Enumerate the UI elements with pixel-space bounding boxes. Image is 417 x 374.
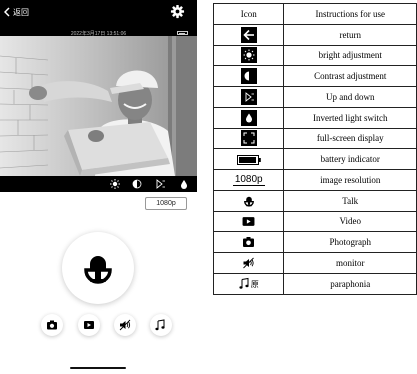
legend-text: image resolution [283, 169, 417, 191]
inverted-light-icon [240, 109, 257, 126]
talk-icon [243, 196, 254, 207]
legend-row: 原 paraphonia [212, 272, 417, 295]
legend-row: Inverted light switch [212, 106, 417, 129]
legend-row: Talk [212, 189, 417, 212]
voice-change-button[interactable] [150, 314, 172, 336]
return-icon [240, 26, 257, 43]
phone-screen: 返回 2022年3月17日 13:51:06 1080p [0, 0, 197, 374]
legend-text: bright adjustment [283, 44, 417, 67]
resolution-button[interactable]: 1080p [145, 197, 187, 210]
battery-fill [179, 32, 185, 34]
legend-text: Photograph [283, 231, 417, 253]
icon-legend-table: Icon Instructions for use return bright … [212, 3, 417, 295]
legend-row: Contrast adjustment [212, 65, 417, 87]
voice-change-icon [239, 278, 249, 289]
home-indicator [70, 367, 126, 369]
speaker-icon [243, 257, 255, 269]
photograph-button[interactable] [41, 314, 63, 336]
legend-row: bright adjustment [212, 44, 417, 67]
speaker-icon [119, 319, 131, 331]
brightness-icon[interactable] [109, 178, 121, 190]
contrast-icon[interactable] [131, 178, 143, 190]
monitor-button[interactable] [114, 314, 136, 336]
legend-text: full-screen display [283, 127, 417, 150]
inverted-light-icon[interactable] [178, 178, 190, 190]
battery-status-icon [177, 31, 188, 35]
video-record-button[interactable] [78, 314, 100, 336]
legend-text: return [283, 23, 417, 46]
legend-row: return [212, 23, 417, 46]
voice-change-label: 原 [250, 280, 259, 290]
legend-text: paraphonia [283, 272, 417, 295]
legend-row: Video [212, 210, 417, 233]
legend-header-text: Instructions for use [283, 3, 417, 25]
legend-row: battery indicator [212, 148, 417, 170]
camera-icon [47, 320, 57, 330]
video-control-bar [0, 176, 197, 192]
flip-up-down-icon [240, 88, 257, 105]
top-bar: 返回 2022年3月17日 13:51:06 [0, 0, 197, 37]
legend-row: Up and down [212, 86, 417, 108]
legend-text: Up and down [283, 86, 417, 108]
battery-icon [236, 154, 261, 165]
legend-header-row: Icon Instructions for use [212, 3, 417, 25]
flip-up-down-icon[interactable] [154, 178, 166, 190]
gear-icon[interactable] [170, 4, 185, 19]
talk-icon [84, 256, 112, 284]
camera-icon [243, 237, 255, 248]
fullscreen-icon [240, 130, 257, 147]
contrast-icon [240, 68, 257, 85]
brightness-icon [240, 47, 257, 64]
legend-header-icon: Icon [212, 3, 285, 25]
talk-button[interactable] [62, 232, 134, 304]
video-feed[interactable] [0, 36, 197, 176]
back-button[interactable]: 返回 [4, 5, 29, 19]
legend-row: 1080p image resolution [212, 169, 417, 191]
resolution-label: 1080p [232, 174, 265, 187]
legend-text: battery indicator [283, 148, 417, 170]
music-note-icon [155, 319, 165, 331]
legend-row: Photograph [212, 231, 417, 253]
legend-text: Video [283, 210, 417, 233]
legend-text: Inverted light switch [283, 106, 417, 129]
video-icon [84, 321, 94, 329]
legend-row: monitor [212, 252, 417, 274]
back-label: 返回 [13, 7, 29, 17]
legend-text: monitor [283, 252, 417, 274]
back-chevron-icon [4, 7, 10, 17]
legend-text: Talk [283, 189, 417, 212]
legend-text: Contrast adjustment [283, 65, 417, 87]
legend-row: full-screen display [212, 127, 417, 150]
video-icon [242, 217, 255, 226]
